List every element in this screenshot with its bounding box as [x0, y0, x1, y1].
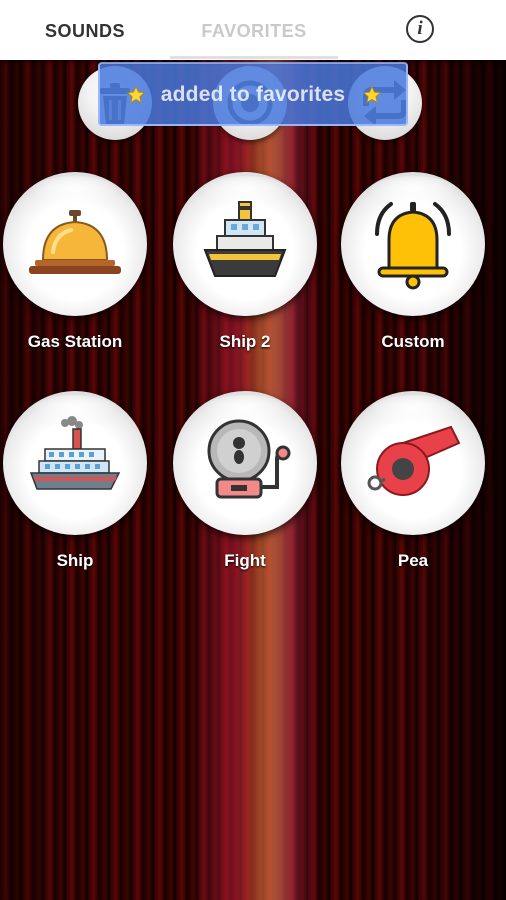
ship-icon — [203, 201, 287, 277]
service-bell-icon — [29, 210, 121, 274]
sound-label: Fight — [224, 551, 266, 570]
sound-item-custom[interactable]: Custom — [338, 172, 488, 372]
sound-label: Ship 2 — [219, 332, 271, 351]
favorites-toast: added to favorites — [98, 62, 408, 126]
info-icon[interactable]: i — [406, 15, 434, 43]
star-icon — [362, 85, 382, 104]
sound-label: Ship — [56, 551, 94, 570]
sound-item-gas-station[interactable]: Gas Station — [0, 172, 150, 372]
sound-button[interactable] — [341, 391, 485, 535]
sound-item-fight[interactable]: Fight — [170, 391, 320, 591]
tab-indicator — [170, 56, 338, 59]
sound-label: Custom — [381, 332, 445, 351]
alarm-bell-icon — [207, 419, 291, 499]
bell-icon — [375, 202, 451, 290]
whistle-icon — [367, 425, 461, 496]
sound-button[interactable] — [3, 172, 147, 316]
sound-button[interactable] — [341, 172, 485, 316]
sound-item-ship[interactable]: Ship — [0, 391, 150, 591]
sound-label: Gas Station — [27, 332, 123, 351]
sound-item-ship-2[interactable]: Ship 2 — [170, 172, 320, 372]
sound-button[interactable] — [173, 172, 317, 316]
tab-favorites[interactable]: FAVORITES — [170, 0, 338, 60]
sound-item-pea[interactable]: Pea — [338, 391, 488, 591]
sound-label: Pea — [397, 551, 429, 570]
toast-message: added to favorites — [160, 83, 346, 106]
sound-button[interactable] — [3, 391, 147, 535]
sound-button[interactable] — [173, 391, 317, 535]
cruise-ship-icon — [29, 416, 121, 490]
tab-bar: SOUNDS FAVORITES i — [0, 0, 506, 60]
tab-sounds[interactable]: SOUNDS — [0, 0, 170, 60]
